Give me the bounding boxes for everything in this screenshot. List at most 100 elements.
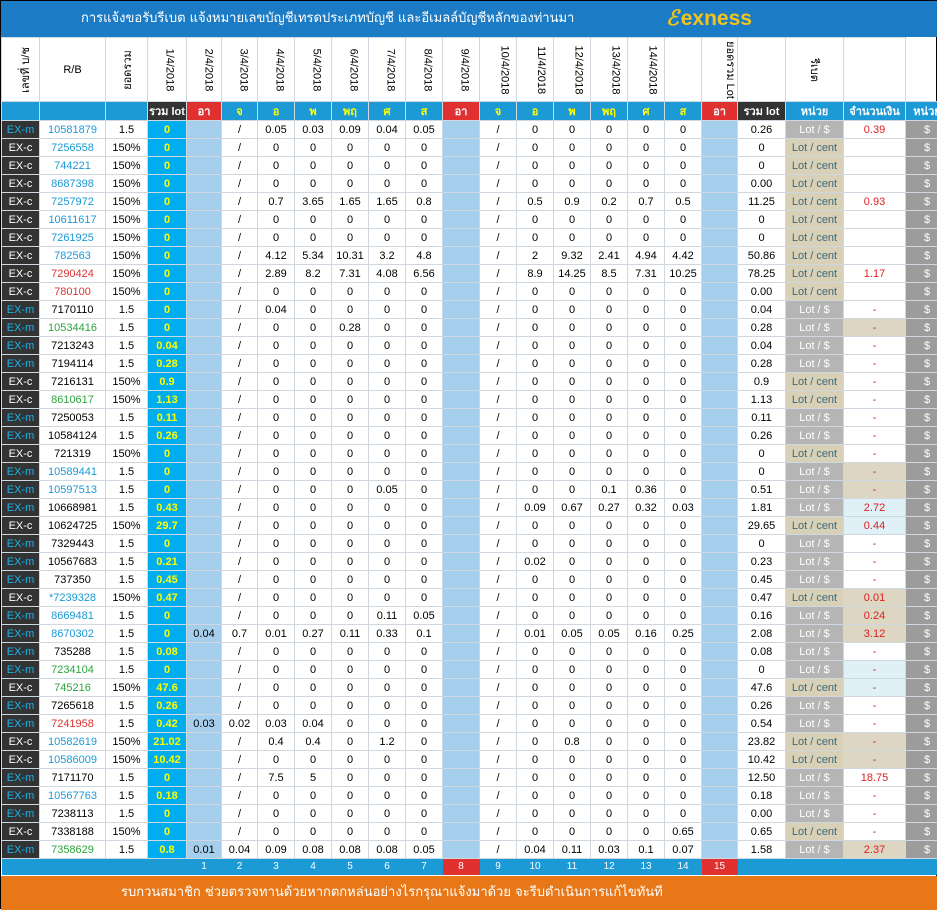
daily-lot: 0 <box>369 229 406 247</box>
daily-lot: 0 <box>517 337 554 355</box>
daily-lot: 0.36 <box>628 481 665 499</box>
daily-lot: 0 <box>332 535 369 553</box>
daily-lot: 0 <box>332 661 369 679</box>
rebate-rate: 150% <box>106 751 148 769</box>
daily-lot: 0 <box>295 661 332 679</box>
daily-lot: 0 <box>554 445 591 463</box>
daily-lot: 0 <box>517 175 554 193</box>
daily-lot: 0 <box>295 409 332 427</box>
currency-unit: $ <box>906 193 937 211</box>
daily-lot: 0 <box>295 355 332 373</box>
sub-blank <box>2 102 40 121</box>
daily-lot: 0 <box>628 301 665 319</box>
header-date: 7/4/2018 <box>369 38 406 102</box>
sunday-cell <box>443 337 480 355</box>
unit-label: Lot / $ <box>786 571 844 589</box>
unit-label: Lot / cent <box>786 265 844 283</box>
daily-lot: 0 <box>554 517 591 535</box>
header-rb-label: R/B <box>63 64 81 76</box>
daily-lot: 0 <box>406 805 443 823</box>
daily-lot: 0.28 <box>332 319 369 337</box>
rebate-amount: - <box>844 661 906 679</box>
rebate-amount <box>844 157 906 175</box>
daily-lot: 7.31 <box>628 265 665 283</box>
daily-lot: 0 <box>406 589 443 607</box>
currency-unit: $ <box>906 769 937 787</box>
rebate-rate: 1.5 <box>106 121 148 139</box>
daily-lot: / <box>222 445 258 463</box>
sub-day: พ <box>295 102 332 121</box>
sunday-cell <box>443 301 480 319</box>
daily-lot: 0 <box>258 535 295 553</box>
daily-lot: 0 <box>295 175 332 193</box>
daily-lot: / <box>480 409 517 427</box>
unit-label: Lot / $ <box>786 553 844 571</box>
sunday-cell <box>187 733 222 751</box>
daily-lot: 0 <box>406 553 443 571</box>
day-number: 1 <box>187 859 222 875</box>
daily-lot: 0 <box>517 769 554 787</box>
account-number: 7257972 <box>40 193 106 211</box>
header-sum-lot: ยอดรวม Lot <box>702 38 738 102</box>
daily-lot: 0 <box>591 715 628 733</box>
daily-lot: 0 <box>628 229 665 247</box>
header-account: เลขที่ บ/ช <box>2 38 40 102</box>
daily-lot: 0 <box>591 697 628 715</box>
total-lot: 0 <box>148 625 187 643</box>
daily-lot: 2.41 <box>591 247 628 265</box>
daily-lot: / <box>480 481 517 499</box>
daily-lot: / <box>222 175 258 193</box>
rebate-rate: 1.5 <box>106 841 148 859</box>
daily-lot: 0 <box>406 517 443 535</box>
daily-lot: 0.09 <box>258 841 295 859</box>
daily-lot: 0 <box>665 589 702 607</box>
sum-lot: 0.04 <box>738 301 786 319</box>
daily-lot: 0 <box>665 391 702 409</box>
daily-lot: / <box>480 841 517 859</box>
daily-lot: 0 <box>554 355 591 373</box>
daily-lot: 4.8 <box>406 247 443 265</box>
sub-day: พฤ <box>332 102 369 121</box>
sunday-cell <box>187 499 222 517</box>
daily-lot: / <box>222 679 258 697</box>
daily-lot: 0 <box>369 373 406 391</box>
daily-lot: 0 <box>258 157 295 175</box>
sum-lot: 0.11 <box>738 409 786 427</box>
sunday-cell <box>443 697 480 715</box>
account-number: 7250053 <box>40 409 106 427</box>
daily-lot: 0 <box>591 175 628 193</box>
daily-lot: 1.65 <box>332 193 369 211</box>
daily-lot: 0 <box>517 427 554 445</box>
header-date: 10/4/2018 <box>480 38 517 102</box>
total-lot: 21.02 <box>148 733 187 751</box>
page-title: การแจ้งขอรับรีเบต แจ้งหมายเลขบัญชีเทรดปร… <box>81 1 574 37</box>
daily-lot: 0 <box>295 211 332 229</box>
sunday-cell <box>443 571 480 589</box>
account-number: 7216131 <box>40 373 106 391</box>
table-row: EX-c7216131150%0.9/00000/000000.9Lot / c… <box>2 373 937 391</box>
daily-lot: 0 <box>517 661 554 679</box>
daily-lot: 0 <box>628 463 665 481</box>
daily-lot: 0 <box>628 571 665 589</box>
daily-lot: 0 <box>665 697 702 715</box>
exness-logo: ℰexness <box>666 7 752 31</box>
sunday-cell <box>443 787 480 805</box>
daily-lot: 0 <box>406 499 443 517</box>
daily-lot: 0 <box>369 697 406 715</box>
sunday-cell <box>702 553 738 571</box>
sunday-cell <box>443 589 480 607</box>
daily-lot: 0 <box>517 283 554 301</box>
rebate-amount: - <box>844 553 906 571</box>
daily-lot: 0 <box>332 481 369 499</box>
sunday-cell <box>443 265 480 283</box>
sunday-cell <box>187 553 222 571</box>
daily-lot: / <box>222 247 258 265</box>
daily-lot: 0 <box>628 517 665 535</box>
daily-lot: 0 <box>554 769 591 787</box>
daily-lot: / <box>222 481 258 499</box>
daily-lot: / <box>222 319 258 337</box>
daily-lot: 0 <box>332 157 369 175</box>
sum-lot: 0 <box>738 463 786 481</box>
daily-lot: 0 <box>295 373 332 391</box>
currency-unit: $ <box>906 553 937 571</box>
